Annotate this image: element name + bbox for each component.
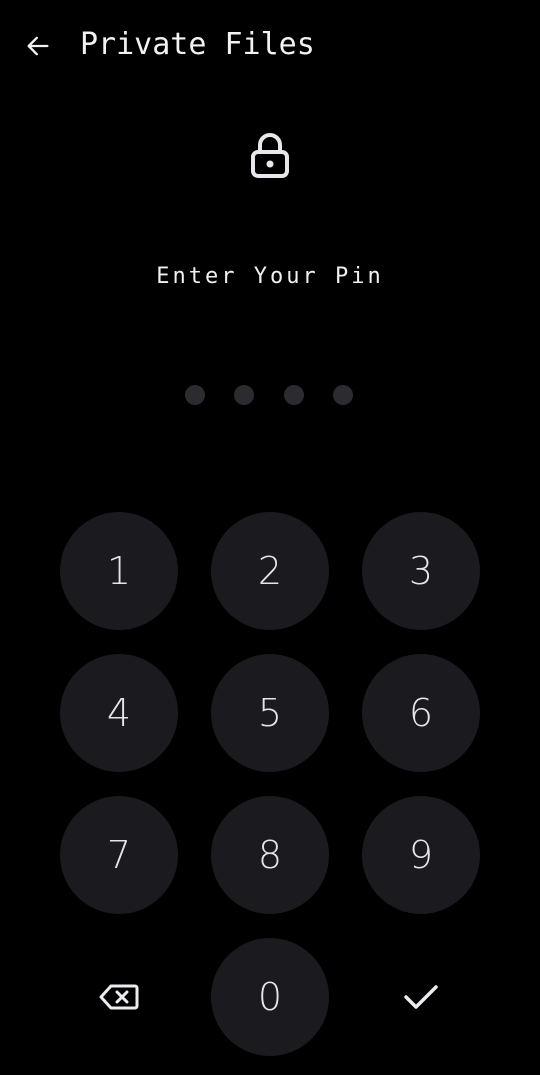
pin-dot [284, 385, 304, 405]
pin-dot [333, 385, 353, 405]
key-6[interactable]: 6 [362, 654, 480, 772]
key-2[interactable]: 2 [211, 512, 329, 630]
page-title: Private Files [80, 27, 315, 62]
backspace-button[interactable] [60, 938, 178, 1056]
pin-dot [185, 385, 205, 405]
key-7[interactable]: 7 [60, 796, 178, 914]
pin-indicator [0, 385, 540, 407]
arrow-left-icon [27, 36, 49, 56]
key-3[interactable]: 3 [362, 512, 480, 630]
key-1[interactable]: 1 [60, 512, 178, 630]
key-9[interactable]: 9 [362, 796, 480, 914]
key-4[interactable]: 4 [60, 654, 178, 772]
lock-icon [251, 133, 289, 178]
pin-prompt: Enter Your Pin [156, 264, 384, 289]
pin-dot [234, 385, 254, 405]
key-8[interactable]: 8 [211, 796, 329, 914]
confirm-button[interactable] [362, 938, 480, 1056]
check-icon [404, 985, 438, 1009]
key-5[interactable]: 5 [211, 654, 329, 772]
backspace-icon [99, 984, 139, 1010]
key-0[interactable]: 0 [211, 938, 329, 1056]
back-button[interactable] [18, 26, 58, 66]
